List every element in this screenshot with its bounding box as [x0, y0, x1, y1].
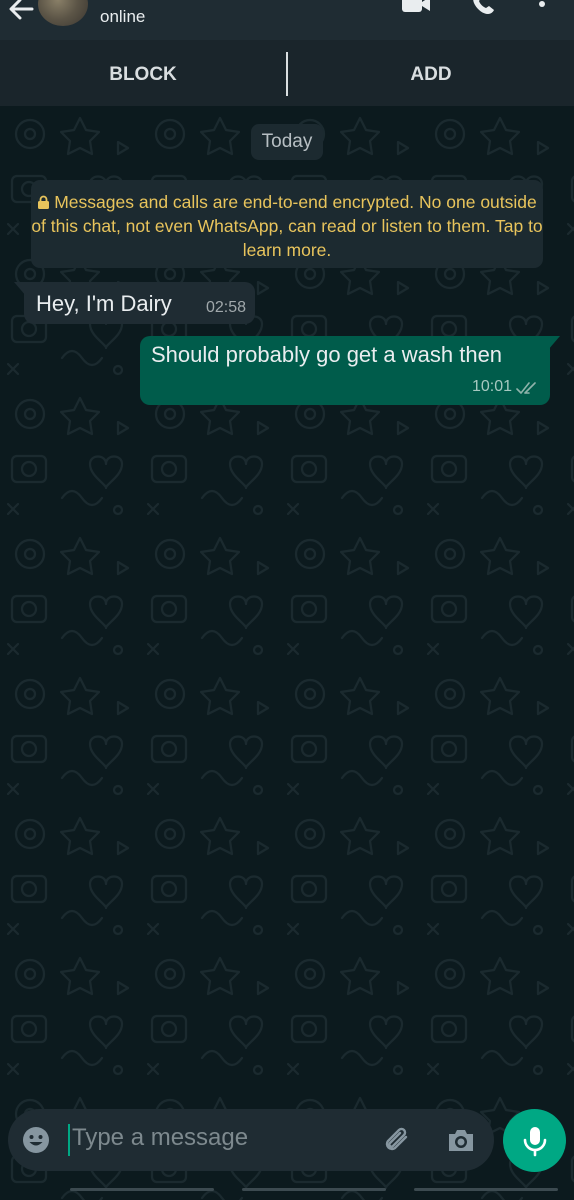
nav-home[interactable] — [242, 1188, 386, 1191]
avatar[interactable] — [38, 0, 88, 26]
date-chip: Today — [251, 124, 323, 160]
bubble-tail — [548, 336, 560, 350]
system-nav-bar — [0, 1181, 574, 1200]
mic-icon — [523, 1127, 547, 1157]
encryption-notice-text: Messages and calls are end-to-end encryp… — [31, 192, 543, 260]
message-input[interactable]: Type a message — [72, 1124, 248, 1152]
add-contact-button[interactable]: ADD — [288, 40, 574, 106]
video-call-icon[interactable] — [400, 0, 432, 18]
message-text: Hey, I'm Dairy — [36, 291, 172, 316]
outgoing-message[interactable]: Should probably go get a wash then 10:01 — [140, 336, 560, 405]
chat-area[interactable]: Today Messages and calls are end-to-end … — [0, 106, 574, 1200]
message-composer: Type a message — [8, 1109, 494, 1171]
voice-message-button[interactable] — [503, 1109, 566, 1172]
message-time: 02:58 — [205, 299, 246, 316]
bubble-tail — [14, 282, 26, 296]
read-receipt-icon — [516, 382, 536, 394]
back-arrow-icon[interactable] — [6, 0, 36, 24]
text-cursor — [68, 1124, 70, 1156]
nav-recents[interactable] — [414, 1188, 558, 1191]
message-time: 10:01 — [471, 378, 512, 395]
block-button[interactable]: BLOCK — [0, 40, 286, 106]
encryption-notice[interactable]: Messages and calls are end-to-end encryp… — [31, 180, 543, 268]
contact-status: online — [100, 7, 146, 26]
incoming-message[interactable]: Hey, I'm Dairy 02:58 — [14, 282, 255, 324]
voice-call-icon[interactable] — [468, 0, 500, 18]
attach-icon[interactable] — [382, 1125, 414, 1155]
more-options-icon[interactable] — [527, 0, 557, 18]
nav-back[interactable] — [70, 1188, 214, 1191]
emoji-icon[interactable] — [22, 1126, 50, 1154]
message-text: Should probably go get a wash then — [151, 342, 503, 367]
doodle-wallpaper — [0, 106, 574, 1200]
lock-icon — [38, 195, 50, 209]
camera-icon[interactable] — [446, 1126, 476, 1154]
chat-header: online — [0, 0, 574, 40]
unknown-contact-actions: BLOCK ADD — [0, 40, 574, 106]
